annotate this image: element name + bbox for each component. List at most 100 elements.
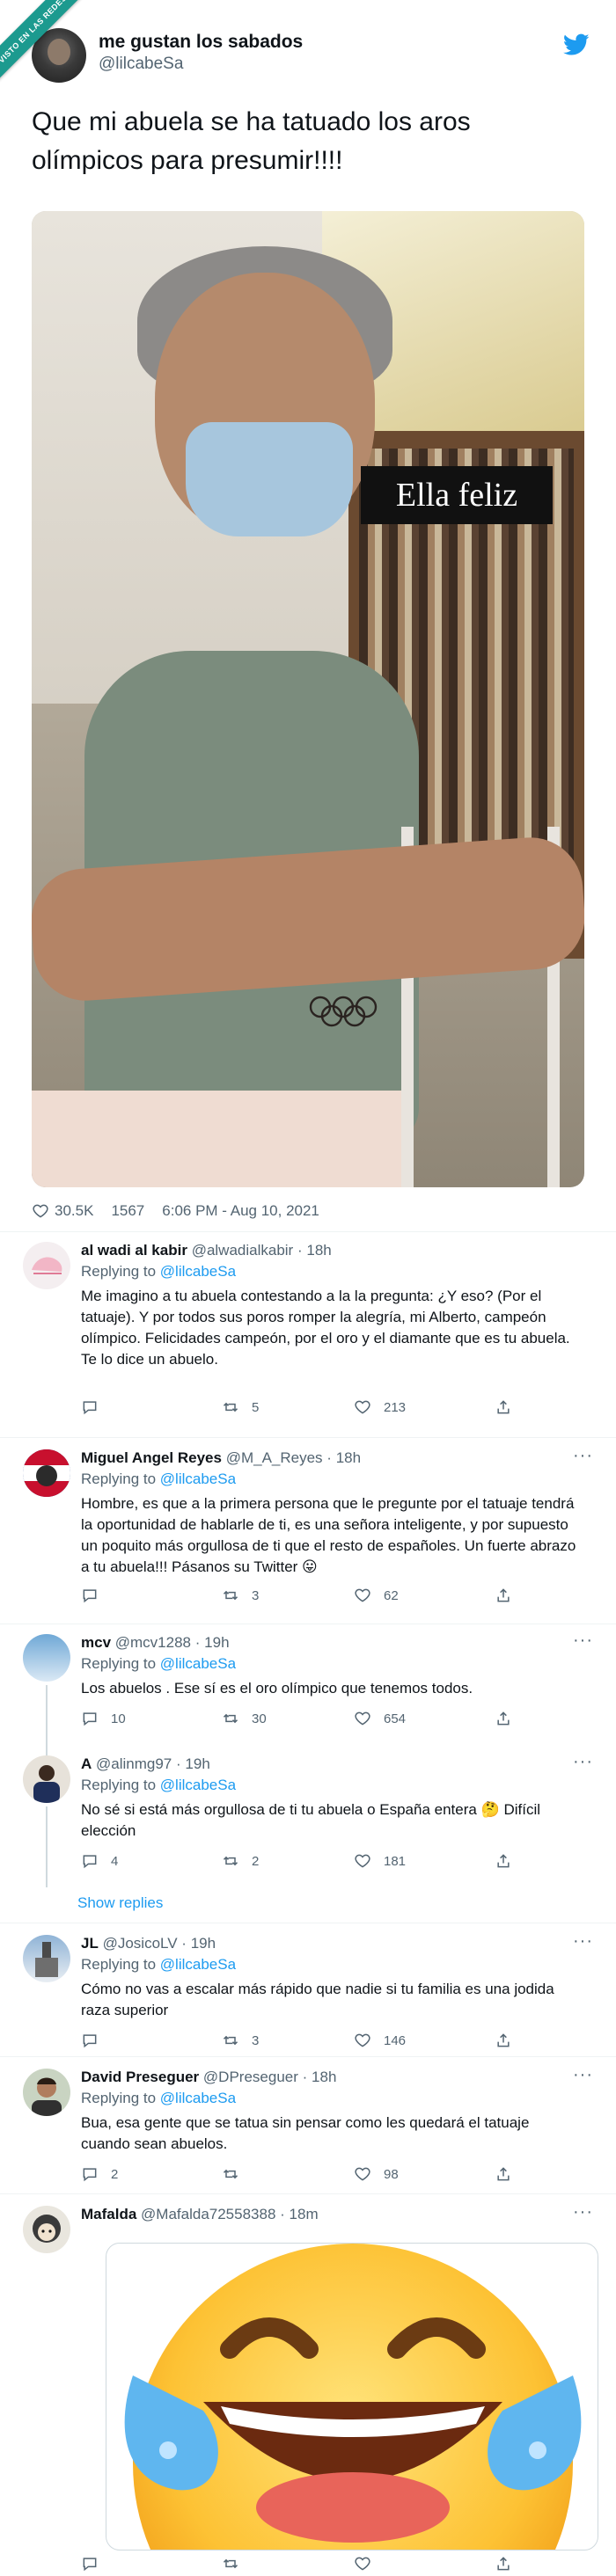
reply-button[interactable]: 4 (81, 1852, 118, 1870)
reply-image-laughing-emoji[interactable] (106, 2243, 598, 2550)
avatar[interactable] (23, 1449, 70, 1497)
reply-author-handle[interactable]: @Mafalda72558388 (141, 2206, 275, 2222)
replying-to-link[interactable]: @lilcabeSa (160, 1263, 236, 1280)
show-replies-link[interactable]: Show replies (77, 1894, 163, 1912)
reply-button[interactable]: 10 (81, 1710, 126, 1727)
more-icon[interactable]: ··· (573, 1446, 593, 1466)
retweet-button[interactable]: 3 (222, 2032, 259, 2049)
heart-icon (355, 1854, 370, 1868)
reply-time[interactable]: 18h (336, 1449, 361, 1466)
more-icon[interactable]: ··· (573, 2202, 593, 2222)
heart-icon (355, 2167, 370, 2181)
retweet-icon (223, 1402, 238, 1412)
avatar[interactable] (23, 1755, 70, 1803)
retweet-button[interactable]: 2 (222, 1852, 259, 1870)
like-button[interactable]: 213 (354, 1398, 406, 1416)
reply-actions: 10 30 654 (81, 1710, 581, 1731)
avatar[interactable] (23, 1935, 70, 1982)
share-icon (497, 1711, 510, 1726)
like-button[interactable]: 146 (354, 2032, 406, 2049)
share-button[interactable] (495, 2165, 512, 2183)
like-button[interactable]: 62 (354, 1587, 399, 1604)
comment-icon (83, 2168, 97, 2182)
reply-author-handle[interactable]: @DPreseguer (203, 2069, 298, 2085)
reply-button[interactable]: 2 (81, 2165, 118, 2183)
share-icon (497, 2033, 510, 2047)
replying-to: Replying to @lilcabeSa (81, 1470, 237, 1487)
twitter-bird-icon[interactable] (563, 33, 590, 56)
reply-author-name[interactable]: Mafalda (81, 2206, 136, 2222)
reply-header: al wadi al kabir @alwadialkabir · 18h (81, 1242, 332, 1259)
divider (0, 2193, 616, 2194)
avatar[interactable] (23, 2069, 70, 2116)
reply-time[interactable]: 19h (191, 1935, 216, 1952)
photo-caption: Ella feliz (361, 466, 553, 524)
reply-time[interactable]: 18m (290, 2206, 319, 2222)
reply-text: Bua, esa gente que se tatua sin pensar c… (81, 2114, 530, 2152)
heart-icon (355, 2033, 370, 2047)
author-handle[interactable]: @lilcabeSa (99, 55, 183, 74)
more-icon[interactable]: ··· (573, 2065, 593, 2085)
reply-author-name[interactable]: al wadi al kabir (81, 1242, 187, 1259)
divider (0, 2056, 616, 2057)
avatar[interactable] (23, 1242, 70, 1289)
reply-author-name[interactable]: JL (81, 1935, 99, 1952)
like-button[interactable] (354, 2555, 371, 2572)
reply-author-handle[interactable]: @M_A_Reyes (226, 1449, 323, 1466)
share-button[interactable] (495, 1587, 512, 1604)
like-count-value: 30.5K (55, 1202, 94, 1219)
olympic-rings-tattoo (309, 996, 378, 1027)
replying-to-link[interactable]: @lilcabeSa (160, 2090, 236, 2106)
replying-to-link[interactable]: @lilcabeSa (160, 1470, 236, 1487)
reply-author-name[interactable]: mcv (81, 1634, 111, 1651)
comment-icon (83, 1589, 97, 1603)
comment-icon (83, 1712, 97, 1726)
heart-icon (355, 2557, 370, 2571)
replying-to-link[interactable]: @lilcabeSa (160, 1956, 236, 1973)
reply-author-handle[interactable]: @alwadialkabir (192, 1242, 294, 1259)
share-button[interactable] (495, 1398, 512, 1416)
share-button[interactable] (495, 1710, 512, 1727)
more-icon[interactable]: ··· (573, 1752, 593, 1772)
reply-button[interactable] (81, 1398, 111, 1416)
tweet-timestamp[interactable]: 6:06 PM - Aug 10, 2021 (162, 1202, 319, 1220)
like-count[interactable]: 30.5K (32, 1202, 93, 1220)
more-icon[interactable]: ··· (573, 1931, 593, 1952)
share-button[interactable] (495, 2555, 512, 2572)
reply-text: Los abuelos . Ese sí es el oro olímpico … (81, 1680, 473, 1697)
reply-author-name[interactable]: David Preseguer (81, 2069, 199, 2085)
retweet-button[interactable]: 30 (222, 1710, 267, 1727)
share-button[interactable] (495, 1852, 512, 1870)
reply-button[interactable] (81, 1587, 111, 1604)
retweet-button[interactable] (222, 2165, 252, 2183)
tweet-header: me gustan los sabados @lilcabeSa (32, 25, 590, 86)
avatar[interactable] (23, 2206, 70, 2253)
retweet-button[interactable]: 5 (222, 1398, 259, 1416)
reply-author-handle[interactable]: @JosicoLV (103, 1935, 178, 1952)
reply-author-name[interactable]: A (81, 1755, 92, 1772)
reply-time[interactable]: 19h (185, 1755, 209, 1772)
replying-to-link[interactable]: @lilcabeSa (160, 1655, 236, 1672)
reply-author-handle[interactable]: @alinmg97 (96, 1755, 172, 1772)
like-button[interactable]: 654 (354, 1710, 406, 1727)
reply-actions: 5 213 (81, 1398, 581, 1419)
reply-time[interactable]: 18h (306, 1242, 331, 1259)
replying-to-link[interactable]: @lilcabeSa (160, 1777, 236, 1793)
share-icon (497, 2167, 510, 2181)
more-icon[interactable]: ··· (573, 1631, 593, 1651)
reply-author-name[interactable]: Miguel Angel Reyes (81, 1449, 222, 1466)
retweet-button[interactable] (222, 2555, 239, 2572)
reply-button[interactable] (81, 2032, 111, 2049)
tweet-photo[interactable]: Ella feliz (32, 211, 584, 1187)
reply-button[interactable] (81, 2555, 99, 2572)
share-button[interactable] (495, 2032, 512, 2049)
like-button[interactable]: 98 (354, 2165, 399, 2183)
avatar[interactable] (23, 1634, 70, 1682)
reply-author-handle[interactable]: @mcv1288 (115, 1634, 191, 1651)
retweet-count[interactable]: 1567 (111, 1202, 144, 1220)
retweet-button[interactable]: 3 (222, 1587, 259, 1604)
like-button[interactable]: 181 (354, 1852, 406, 1870)
reply-time[interactable]: 19h (204, 1634, 229, 1651)
author-name[interactable]: me gustan los sabados (99, 32, 303, 53)
reply-time[interactable]: 18h (312, 2069, 336, 2085)
